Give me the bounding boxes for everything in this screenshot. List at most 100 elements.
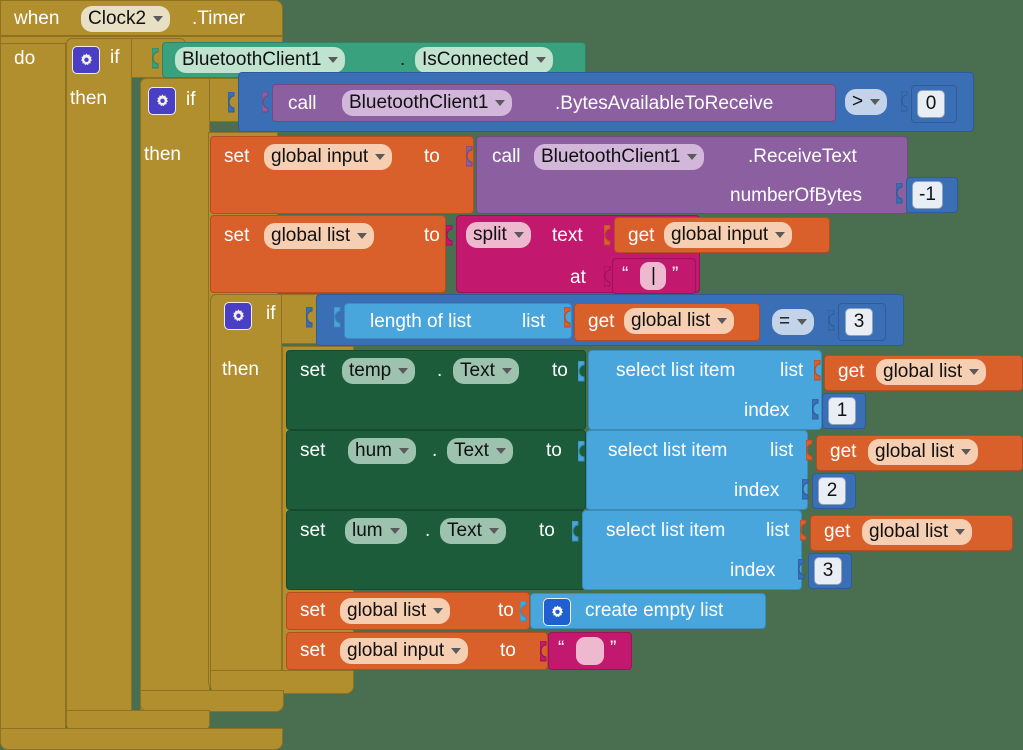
chevron-down-icon xyxy=(398,448,409,454)
select-temp-list-label: list xyxy=(780,360,804,381)
receivetext-component-dropdown[interactable]: BluetoothClient1 xyxy=(534,144,705,170)
length-operator-value: = xyxy=(779,311,791,332)
setter-hum-component-dropdown[interactable]: hum xyxy=(348,438,416,464)
isconnected-component-dropdown[interactable]: BluetoothClient1 xyxy=(175,47,346,73)
outer-if-gear-icon[interactable] xyxy=(72,46,100,74)
receivetext-method-label: .ReceiveText xyxy=(748,146,857,167)
event-component-dropdown[interactable]: Clock2 xyxy=(81,6,171,32)
at-quote-open: “ xyxy=(622,264,629,285)
setter-lum-property-value: Text xyxy=(447,520,482,541)
chevron-down-icon xyxy=(535,57,546,63)
setter-lum-property-dropdown[interactable]: Text xyxy=(440,518,506,544)
select-hum-index-label: index xyxy=(734,480,780,501)
length-of-list-arg-label: list xyxy=(522,311,546,332)
get-temp-variable-dropdown[interactable]: global list xyxy=(876,359,987,385)
outer-if-label: if xyxy=(110,47,120,68)
select-lum-label: select list item xyxy=(606,520,726,541)
setter-temp-component-value: temp xyxy=(349,360,392,381)
length-compare-value[interactable]: 3 xyxy=(845,308,873,336)
chevron-down-icon xyxy=(375,154,386,160)
set-list-variable-value: global list xyxy=(271,225,351,246)
length-get-variable-dropdown[interactable]: global list xyxy=(624,308,735,334)
isconnected-property-dropdown[interactable]: IsConnected xyxy=(415,47,553,73)
reset-list-set-label: set xyxy=(300,600,326,621)
reset-list-variable-value: global list xyxy=(347,600,427,621)
when-label: when xyxy=(14,8,60,29)
setter-hum-property-dropdown[interactable]: Text xyxy=(447,438,513,464)
setter-hum-dot: . xyxy=(432,440,438,461)
chevron-down-icon xyxy=(451,648,462,654)
at-quote-close: ” xyxy=(672,264,679,285)
bytes-operator-dropdown[interactable]: > xyxy=(845,89,888,115)
get-lum-variable-dropdown[interactable]: global list xyxy=(862,519,973,545)
isconnected-property-value: IsConnected xyxy=(422,49,529,70)
setter-hum-set-label: set xyxy=(300,440,326,461)
bytes-compare-value[interactable]: 0 xyxy=(917,90,945,118)
length-operator-dropdown[interactable]: = xyxy=(772,309,815,335)
chevron-down-icon xyxy=(687,154,698,160)
do-label: do xyxy=(14,48,36,69)
outer-if-left-spine xyxy=(66,38,132,728)
select-lum-index-label: index xyxy=(730,560,776,581)
chevron-down-icon xyxy=(398,368,409,374)
inner-if-label: if xyxy=(186,89,196,110)
numberofbytes-value[interactable]: -1 xyxy=(912,181,943,209)
get-lum-label: get xyxy=(824,521,851,542)
setter-temp-component-dropdown[interactable]: temp xyxy=(342,358,416,384)
length-if-gear-icon[interactable] xyxy=(224,302,252,330)
get-lum-variable-value: global list xyxy=(869,521,949,542)
receivetext-component-value: BluetoothClient1 xyxy=(541,146,681,167)
length-of-list-label: length of list xyxy=(370,311,472,332)
bytes-call-component-dropdown[interactable]: BluetoothClient1 xyxy=(342,90,513,116)
set-input-variable-value: global input xyxy=(271,146,369,167)
create-empty-list-label: create empty list xyxy=(585,600,724,621)
split-mode-value: split xyxy=(473,224,507,245)
chevron-down-icon xyxy=(389,528,400,534)
reset-list-to-label: to xyxy=(498,600,514,621)
create-empty-list-gear-icon[interactable] xyxy=(543,598,571,626)
select-hum-index-value[interactable]: 2 xyxy=(818,477,846,505)
bytes-call-component-value: BluetoothClient1 xyxy=(349,92,489,113)
get-temp-variable-value: global list xyxy=(883,361,963,382)
chevron-down-icon xyxy=(495,100,506,106)
get-hum-variable-dropdown[interactable]: global list xyxy=(868,439,979,465)
get-temp-label: get xyxy=(838,361,865,382)
reset-list-variable-dropdown[interactable]: global list xyxy=(340,598,451,624)
reset-input-variable-dropdown[interactable]: global input xyxy=(340,638,469,664)
get-input-variable-value: global input xyxy=(671,224,769,245)
chevron-down-icon xyxy=(501,368,512,374)
set-input-variable-dropdown[interactable]: global input xyxy=(264,144,393,170)
empty-text-field[interactable] xyxy=(576,637,604,665)
setter-hum-to-label: to xyxy=(546,440,562,461)
split-mode-dropdown[interactable]: split xyxy=(466,222,531,248)
setter-temp-property-dropdown[interactable]: Text xyxy=(453,358,519,384)
setter-lum-to-label: to xyxy=(539,520,555,541)
setter-lum-component-dropdown[interactable]: lum xyxy=(345,518,407,544)
length-if-label: if xyxy=(266,303,276,324)
setter-temp-property-value: Text xyxy=(460,360,495,381)
inner-if-gear-icon[interactable] xyxy=(148,87,176,115)
chevron-down-icon xyxy=(870,99,881,105)
length-get-label: get xyxy=(588,311,615,332)
select-hum-label: select list item xyxy=(608,440,728,461)
receivetext-call-label: call xyxy=(492,146,521,167)
set-list-set-label: set xyxy=(224,225,250,246)
chevron-down-icon xyxy=(969,369,980,375)
get-input-variable-dropdown[interactable]: global input xyxy=(664,222,793,248)
select-lum-index-value[interactable]: 3 xyxy=(814,557,842,585)
setter-row-temp[interactable] xyxy=(286,350,586,430)
length-then-label: then xyxy=(222,359,259,380)
reset-input-set-label: set xyxy=(300,640,326,661)
set-input-set-label: set xyxy=(224,146,250,167)
chevron-down-icon xyxy=(328,57,339,63)
chevron-down-icon xyxy=(797,319,808,325)
empty-quote-close: ” xyxy=(610,638,617,659)
at-text-field[interactable]: | xyxy=(640,262,666,290)
chevron-down-icon xyxy=(495,448,506,454)
select-temp-index-label: index xyxy=(744,400,790,421)
inner-then-label: then xyxy=(144,144,181,165)
select-temp-index-value[interactable]: 1 xyxy=(828,397,856,425)
select-hum-list-label: list xyxy=(770,440,794,461)
chevron-down-icon xyxy=(955,529,966,535)
set-list-variable-dropdown[interactable]: global list xyxy=(264,223,375,249)
